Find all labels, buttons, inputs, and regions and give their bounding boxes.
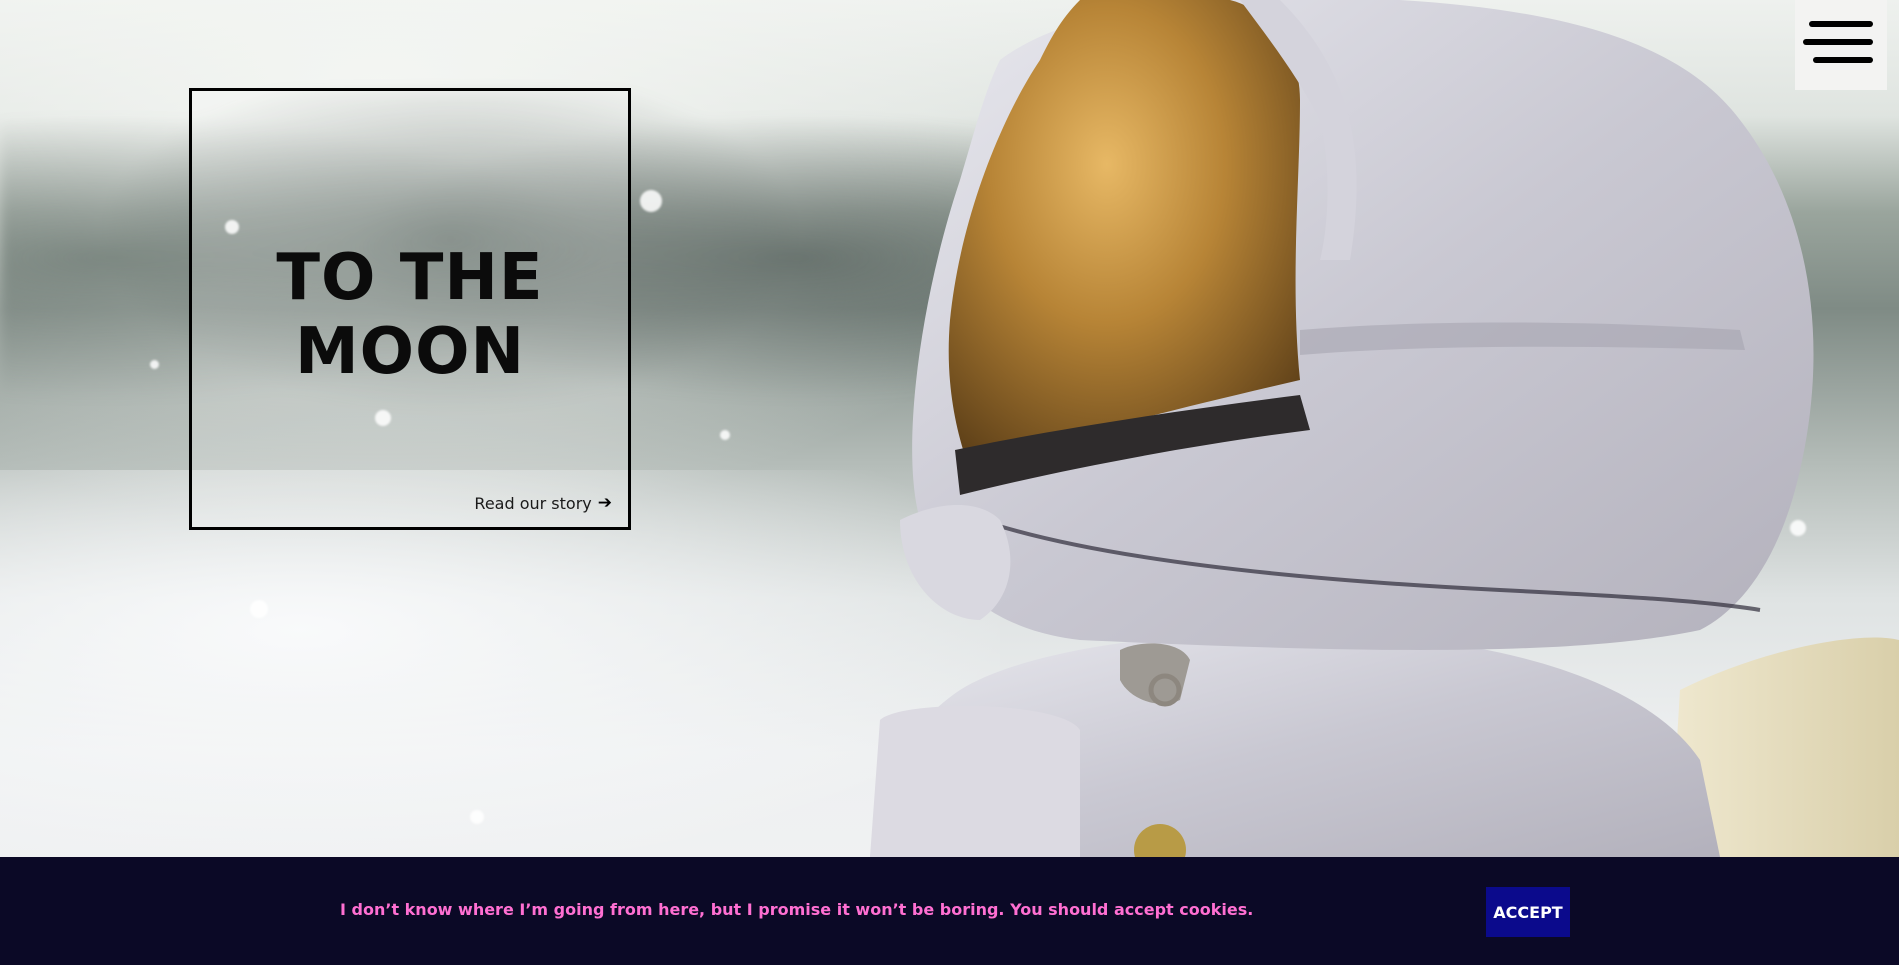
read-our-story-link[interactable]: Read our story ➔ xyxy=(474,493,612,513)
read-our-story-label: Read our story xyxy=(474,493,592,513)
page-title: TO THE MOON xyxy=(192,241,628,389)
page-title-line-1: TO THE xyxy=(276,241,544,315)
hamburger-bar-bottom xyxy=(1813,57,1873,63)
accept-cookies-button[interactable]: ACCEPT xyxy=(1486,887,1570,937)
arrow-right-icon: ➔ xyxy=(597,493,612,513)
hamburger-bar-top xyxy=(1809,21,1873,27)
hamburger-bar-middle xyxy=(1803,39,1873,45)
cookie-banner: I don’t know where I’m going from here, … xyxy=(0,857,1899,965)
hero-title-box: TO THE MOON Read our story ➔ xyxy=(189,88,631,530)
page-title-line-2: MOON xyxy=(294,315,526,389)
menu-button[interactable] xyxy=(1795,0,1887,90)
cookie-message: I don’t know where I’m going from here, … xyxy=(340,900,1254,919)
